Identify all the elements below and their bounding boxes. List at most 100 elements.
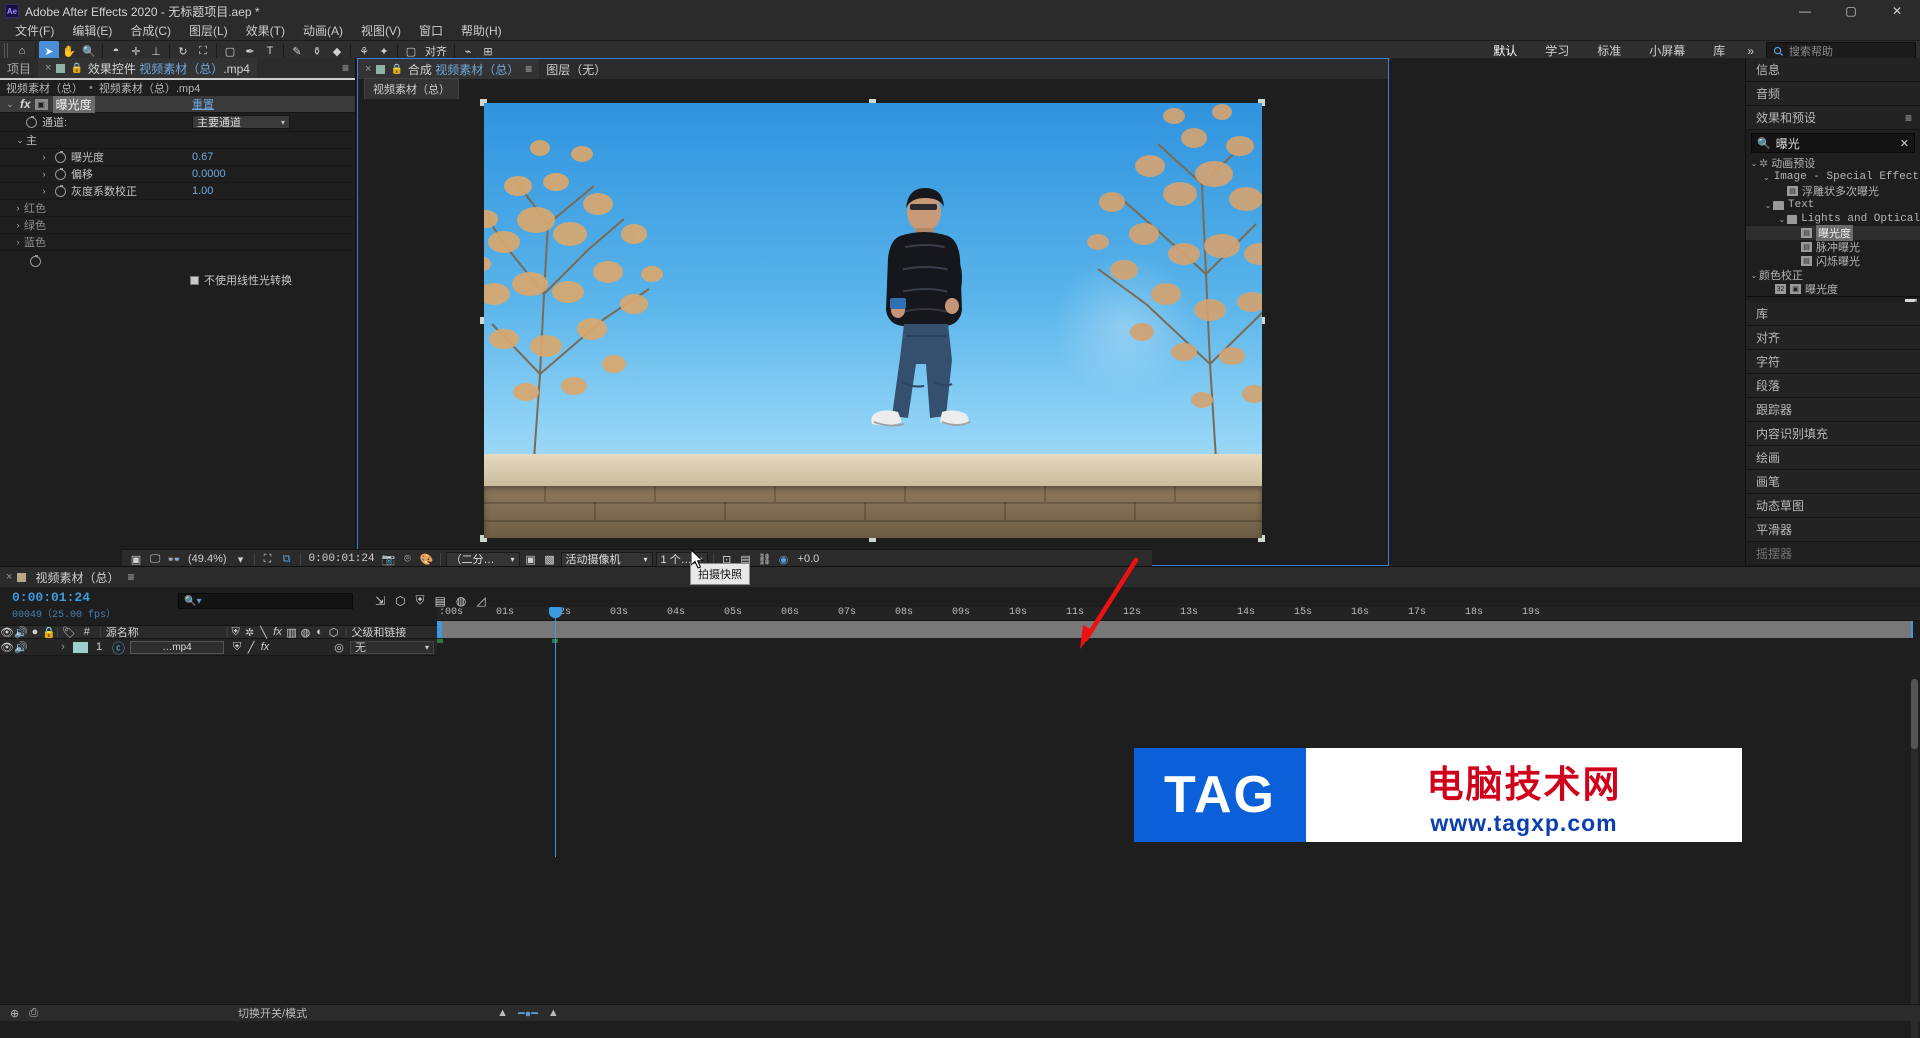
stopwatch-icon[interactable]	[30, 256, 41, 267]
breadcrumb-layer[interactable]: 视频素材（总）.mp4	[99, 80, 200, 96]
workspace-more-button[interactable]: »	[1739, 44, 1762, 58]
chevron-right-icon[interactable]: ›	[12, 220, 24, 230]
parent-dropdown[interactable]: 无 ▾	[350, 641, 434, 654]
channel-icon[interactable]: 🎨	[419, 552, 435, 567]
stopwatch-icon[interactable]	[55, 169, 66, 180]
chevron-right-icon[interactable]: ›	[56, 641, 70, 653]
always-preview-icon[interactable]: ▣	[128, 552, 144, 567]
channel-dropdown[interactable]: 主要通道 ▾	[192, 115, 290, 129]
menu-file[interactable]: 文件(F)	[6, 22, 63, 40]
linear-light-row[interactable]: 不使用线性光转换	[0, 271, 355, 289]
panel-menu-icon[interactable]: ≡	[1905, 111, 1912, 125]
exposure-icon[interactable]: ◉	[776, 552, 792, 567]
chevron-down-icon[interactable]: ⌄	[1763, 173, 1770, 182]
linear-light-checkbox[interactable]	[190, 276, 199, 285]
tab-layer[interactable]: 图层（无）	[539, 59, 613, 79]
shy-icon[interactable]: ⛨	[229, 626, 243, 639]
tree-item-image-special-effects[interactable]: ⌄ Image - Special Effects	[1746, 170, 1920, 184]
lock-icon[interactable]: 🔒	[42, 626, 56, 639]
solo-icon[interactable]: ●	[28, 626, 42, 638]
layer-audio-toggle[interactable]: 🔊	[14, 641, 28, 654]
toolbar-grip[interactable]	[4, 43, 9, 59]
show-snapshot-icon[interactable]: ⌾	[400, 552, 416, 567]
stopwatch-icon[interactable]	[55, 152, 66, 163]
breadcrumb-comp[interactable]: 视频素材（总）	[6, 80, 83, 96]
work-area-start-marker[interactable]	[437, 639, 443, 643]
menu-window[interactable]: 窗口	[410, 22, 452, 40]
menu-effect[interactable]: 效果(T)	[237, 22, 294, 40]
stopwatch-icon[interactable]	[55, 186, 66, 197]
video-frame[interactable]	[484, 103, 1262, 538]
timeline-tab-label[interactable]: 视频素材（总）	[35, 569, 119, 586]
toggle-switches-modes-label[interactable]: 切换开关/模式	[238, 1005, 307, 1021]
layer-name[interactable]: …mp4	[130, 641, 224, 654]
composition-mini-flowchart-icon[interactable]: ⇲	[375, 594, 385, 608]
timeline-zoom-out-icon[interactable]: ▲	[497, 1007, 508, 1019]
menu-layer[interactable]: 图层(L)	[180, 22, 237, 40]
viewer-timecode[interactable]: 0:00:01:24	[306, 553, 378, 565]
timeline-search-input[interactable]: 🔍▾	[178, 593, 353, 609]
scrollbar-thumb[interactable]	[1911, 679, 1918, 749]
close-icon[interactable]: ×	[45, 62, 51, 74]
panel-audio[interactable]: 音频	[1746, 82, 1920, 106]
chevron-right-icon[interactable]: ›	[38, 169, 50, 179]
chevron-down-icon[interactable]: ⌄	[14, 135, 26, 146]
graph-editor-icon[interactable]: ◿	[476, 594, 485, 608]
chevron-down-icon[interactable]: ⌄	[1749, 159, 1759, 168]
layer-fx-toggle[interactable]: fx	[258, 641, 272, 653]
chevron-down-icon[interactable]: ▾	[233, 552, 249, 567]
quality-icon[interactable]: ╲	[257, 626, 271, 639]
collapse-transform-icon[interactable]: ✲	[243, 626, 257, 639]
lock-icon[interactable]: 🔒	[390, 64, 402, 75]
3d-layer-icon[interactable]: ⬡	[327, 626, 341, 639]
panel-menu-icon[interactable]: ≡	[525, 62, 532, 76]
property-group-blue[interactable]: › 蓝色	[0, 234, 355, 251]
eye-icon[interactable]: 👁	[0, 626, 14, 639]
mask-icon[interactable]: ▣	[523, 552, 539, 567]
effect-reset-link[interactable]: 重置	[192, 96, 214, 112]
close-button[interactable]: ✕	[1874, 0, 1920, 22]
panel-smoother[interactable]: 平滑器	[1746, 518, 1920, 542]
chevron-down-icon[interactable]: ⌄	[4, 99, 16, 110]
effect-name[interactable]: 曝光度	[53, 96, 95, 113]
panel-menu-icon[interactable]: ≡	[342, 61, 349, 75]
panel-align[interactable]: 对齐	[1746, 326, 1920, 350]
menu-help[interactable]: 帮助(H)	[452, 22, 511, 40]
timeline-scrollbar[interactable]	[1911, 679, 1918, 1038]
panel-menu-icon[interactable]: ≡	[127, 570, 134, 584]
3d-view-icon[interactable]: 👓	[166, 552, 182, 567]
tree-item-lights-and-optical[interactable]: ⌄ Lights and Optical	[1746, 212, 1920, 226]
monitor-icon[interactable]: 🖵	[147, 552, 163, 567]
chevron-right-icon[interactable]: ›	[12, 237, 24, 247]
panel-tracker[interactable]: 跟踪器	[1746, 398, 1920, 422]
property-row-channel[interactable]: 通道: 主要通道 ▾	[0, 113, 355, 132]
property-group-main[interactable]: ⌄ 主	[0, 132, 355, 149]
hide-shy-layers-icon[interactable]: ⛨	[416, 593, 425, 608]
tree-item-exposure-effect[interactable]: 32 ▣ 曝光度	[1746, 282, 1920, 296]
layer-visibility-toggle[interactable]: 👁	[0, 641, 14, 654]
motion-blur-icon[interactable]: ◍	[299, 626, 313, 639]
layer-number-header[interactable]: #	[79, 626, 95, 638]
chevron-right-icon[interactable]: ›	[38, 152, 50, 162]
motion-blur-icon[interactable]: ◍	[456, 594, 466, 608]
property-group-red[interactable]: › 红色	[0, 200, 355, 217]
exposure-value[interactable]: +0.0	[795, 553, 823, 565]
panel-content-aware-fill[interactable]: 内容识别填充	[1746, 422, 1920, 446]
tree-item-flicker-exposure[interactable]: ▤ 闪烁曝光	[1746, 254, 1920, 268]
layer-shy-toggle[interactable]: ⛨	[230, 641, 244, 654]
property-value[interactable]: 0.67	[192, 151, 213, 163]
tree-item-animation-presets[interactable]: ⌄ ✲ 动画预设	[1746, 156, 1920, 170]
layer-quality-toggle[interactable]: ╱	[244, 641, 258, 654]
lock-icon[interactable]: 🔒	[70, 63, 82, 74]
tree-item-text[interactable]: ⌄ Text	[1746, 198, 1920, 212]
panel-effects-presets-header[interactable]: 效果和预设 ≡	[1746, 106, 1920, 130]
timeline-zoom-slider[interactable]: ━●━	[518, 1007, 538, 1020]
timeline-link-icon[interactable]: ⛓	[757, 552, 773, 567]
fx-icon[interactable]: fx	[20, 97, 31, 111]
effect-header-row[interactable]: ⌄ fx ▣ 曝光度 重置	[0, 96, 355, 113]
label-color-icon[interactable]: 🏷	[59, 626, 79, 639]
parent-pick-whip-icon[interactable]: ◎	[328, 641, 350, 654]
property-group-green[interactable]: › 绿色	[0, 217, 355, 234]
layer-duration-bar[interactable]	[437, 621, 1913, 638]
expand-collapse-icon[interactable]: ⊕	[10, 1007, 19, 1020]
